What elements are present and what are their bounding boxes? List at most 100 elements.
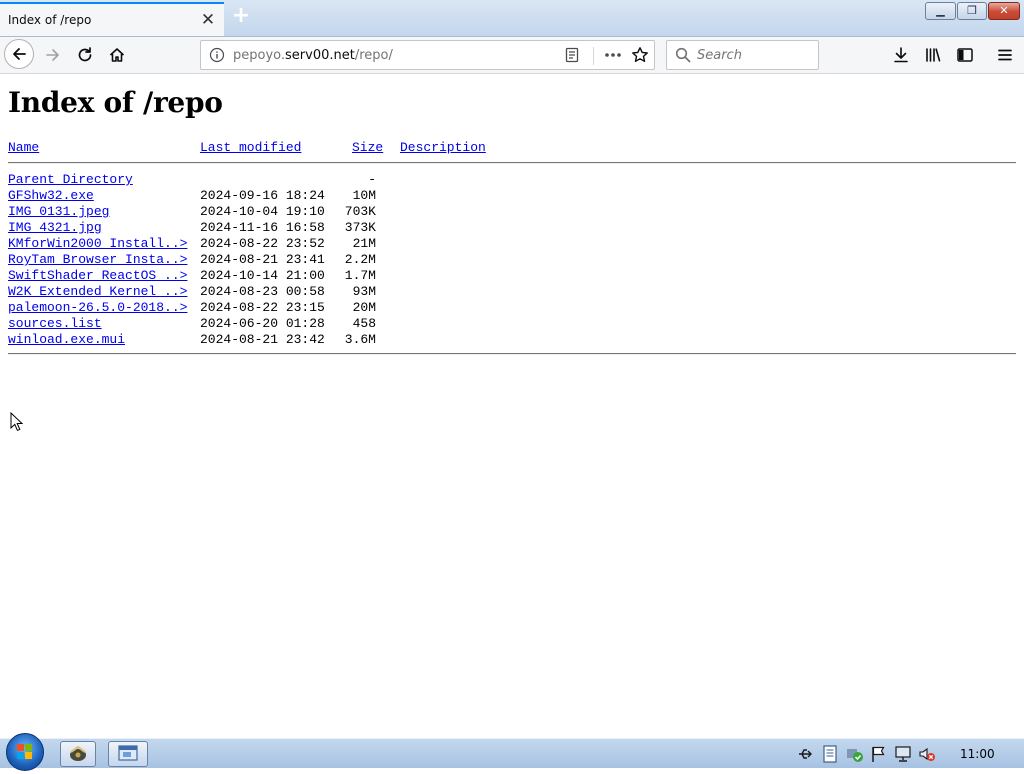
header-divider (8, 162, 1016, 164)
page-content: Index of /repo Name Last modified Size D… (8, 86, 1016, 355)
tab-active[interactable]: Index of /repo ✕ (0, 2, 224, 36)
action-center-flag-icon[interactable] (870, 745, 886, 763)
tab-title: Index of /repo (8, 13, 92, 27)
document-icon[interactable] (822, 745, 838, 763)
window-app-icon (118, 745, 138, 761)
nav-toolbar: pepoyo.serv00.net/repo/ (0, 37, 1024, 74)
url-text[interactable]: pepoyo.serv00.net/repo/ (233, 48, 393, 63)
back-arrow-icon (13, 48, 26, 60)
mouse-cursor-icon (10, 412, 24, 432)
file-modified: 2024-08-22 23:52 (200, 236, 325, 251)
file-modified: 2024-09-16 18:24 (200, 188, 325, 203)
reload-button[interactable] (70, 40, 100, 70)
file-modified: 2024-11-16 16:58 (200, 220, 325, 235)
sidebar-icon (957, 48, 973, 62)
restore-button[interactable]: ❐ (957, 2, 987, 20)
parent-size: - (368, 172, 376, 187)
site-info-icon[interactable] (209, 47, 225, 63)
file-link[interactable]: KMforWin2000_Install..> (8, 236, 187, 251)
taskbar-app-browser[interactable] (60, 741, 96, 767)
security-check-icon[interactable] (846, 745, 864, 763)
minimize-icon: ▁ (936, 4, 945, 17)
minimize-button[interactable]: ▁ (925, 2, 956, 20)
windows-logo-icon (17, 744, 32, 759)
column-header-name[interactable]: Name (8, 140, 39, 155)
reader-view-icon[interactable] (563, 46, 581, 64)
system-clock[interactable]: 11:00 (960, 747, 995, 761)
table-row: palemoon-26.5.0-2018..> 2024-08-22 23:15… (8, 300, 1016, 316)
file-link[interactable]: GFShw32.exe (8, 188, 94, 203)
file-link[interactable]: IMG_0131.jpeg (8, 204, 109, 219)
table-row: sources.list 2024-06-20 01:28 458 (8, 316, 1016, 332)
table-row: IMG_0131.jpeg 2024-10-04 19:10 703K (8, 204, 1016, 220)
url-path: /repo/ (354, 48, 393, 63)
file-link[interactable]: RoyTam Browser Insta..> (8, 252, 187, 267)
parent-directory-link[interactable]: Parent Directory (8, 172, 133, 187)
close-window-button[interactable]: ✕ (988, 2, 1020, 20)
menu-button[interactable] (990, 40, 1020, 70)
bookmark-star-icon[interactable] (631, 46, 649, 64)
footer-divider (8, 353, 1016, 355)
url-divider (593, 47, 594, 65)
file-link[interactable]: SwiftShader ReactOS ..> (8, 268, 187, 283)
home-icon (109, 48, 125, 62)
downloads-button[interactable] (886, 40, 916, 70)
file-link[interactable]: sources.list (8, 316, 102, 331)
title-bar: Index of /repo ✕ + ▁ ❐ ✕ (0, 0, 1024, 37)
page-actions-icon[interactable] (603, 47, 623, 63)
table-row: KMforWin2000_Install..> 2024-08-22 23:52… (8, 236, 1016, 252)
file-size: 703K (344, 204, 376, 219)
parent-directory-row: Parent Directory - (8, 172, 1016, 188)
file-modified: 2024-08-23 00:58 (200, 284, 325, 299)
table-row: IMG_4321.jpg 2024-11-16 16:58 373K (8, 220, 1016, 236)
table-row: SwiftShader ReactOS ..> 2024-10-14 21:00… (8, 268, 1016, 284)
taskbar-app-2[interactable] (108, 741, 148, 767)
back-button[interactable] (4, 39, 34, 69)
start-button[interactable] (6, 733, 44, 771)
table-row: RoyTam Browser Insta..> 2024-08-21 23:41… (8, 252, 1016, 268)
browser-app-icon (70, 745, 86, 761)
home-button[interactable] (102, 40, 132, 70)
file-size: 1.7M (344, 268, 376, 283)
tab-close-icon[interactable]: ✕ (198, 10, 218, 30)
file-size: 458 (352, 316, 376, 331)
download-icon (894, 47, 908, 63)
file-modified: 2024-10-14 21:00 (200, 268, 325, 283)
search-box[interactable] (666, 40, 819, 70)
new-tab-icon[interactable]: + (228, 4, 254, 30)
column-header-last-modified[interactable]: Last modified (200, 140, 301, 155)
forward-arrow-icon (46, 49, 59, 61)
search-icon (675, 47, 691, 63)
file-size: 3.6M (344, 332, 376, 347)
column-header-size[interactable]: Size (352, 140, 383, 155)
file-link[interactable]: IMG_4321.jpg (8, 220, 102, 235)
usb-device-icon[interactable] (796, 745, 814, 763)
page-title: Index of /repo (8, 86, 223, 119)
file-link[interactable]: winload.exe.mui (8, 332, 125, 347)
forward-button[interactable] (38, 40, 68, 70)
file-modified: 2024-08-21 23:41 (200, 252, 325, 267)
library-button[interactable] (918, 40, 948, 70)
address-bar[interactable]: pepoyo.serv00.net/repo/ (200, 40, 655, 70)
file-link[interactable]: palemoon-26.5.0-2018..> (8, 300, 187, 315)
column-header-description[interactable]: Description (400, 140, 486, 155)
close-icon: ✕ (999, 4, 1009, 17)
taskbar: 11:00 (0, 733, 1024, 771)
file-size: 21M (352, 236, 376, 251)
search-input[interactable] (697, 46, 812, 64)
volume-muted-icon[interactable] (918, 745, 936, 763)
file-size: 10M (352, 188, 376, 203)
sidebar-button[interactable] (950, 40, 980, 70)
file-modified: 2024-08-21 23:42 (200, 332, 325, 347)
file-link[interactable]: W2K Extended Kernel ..> (8, 284, 187, 299)
file-size: 20M (352, 300, 376, 315)
file-modified: 2024-08-22 23:15 (200, 300, 325, 315)
file-size: 2.2M (344, 252, 376, 267)
reload-icon (78, 47, 92, 62)
network-icon[interactable] (894, 745, 912, 763)
table-row: GFShw32.exe 2024-09-16 18:24 10M (8, 188, 1016, 204)
table-row: winload.exe.mui 2024-08-21 23:42 3.6M (8, 332, 1016, 348)
restore-icon: ❐ (967, 4, 977, 17)
url-host: serv00.net (285, 48, 355, 63)
library-icon (926, 48, 941, 62)
